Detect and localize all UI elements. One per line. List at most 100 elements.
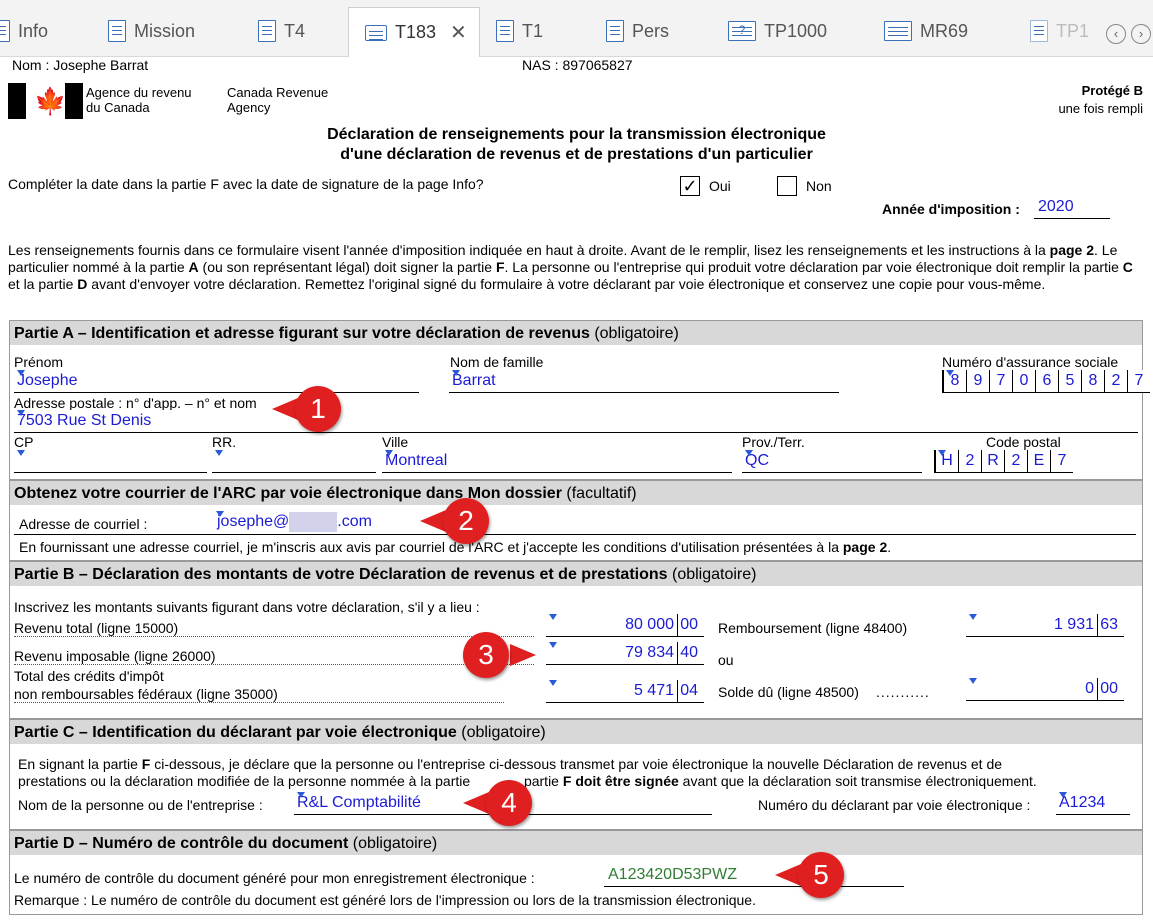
tab-label: Pers (632, 20, 670, 41)
tab-t1[interactable]: T1 (496, 8, 543, 54)
agency-en: Canada Revenue Agency (227, 85, 328, 115)
controle-value: A123420D53PWZ (608, 866, 737, 883)
canada-flag-logo: 🍁 (8, 83, 83, 119)
leaf-form-icon (884, 21, 912, 41)
intro-part: et la partie (8, 276, 78, 292)
protege-label: Protégé B (1081, 83, 1143, 98)
text-part: partie (520, 773, 563, 789)
courriel-value-start: josephe@ (217, 513, 290, 530)
tab-label: TP1 (1056, 20, 1090, 41)
partie-c-text: En signant la partie F ci-dessous, je dé… (18, 756, 1138, 790)
close-icon[interactable]: ✕ (450, 20, 467, 45)
tab-label: MR69 (920, 20, 969, 41)
courriel-header: Obtenez votre courrier de l'ARC par voie… (9, 480, 1143, 506)
scroll-right-icon[interactable]: › (1131, 24, 1151, 44)
controle-label: Le numéro de contrôle du document généré… (14, 870, 535, 886)
cents-separator (677, 614, 678, 636)
partie-c-line: En signant la partie F ci-dessous, je dé… (18, 756, 1138, 773)
declarant-nom-label: Nom de la personne ou de l'entreprise : (18, 797, 263, 813)
declarant-num-field[interactable]: A1234 (1056, 792, 1130, 815)
cp-field[interactable] (14, 450, 207, 473)
callout-pointer (510, 644, 536, 666)
cents-separator (1097, 678, 1098, 700)
tab-label: T1 (522, 20, 544, 41)
intro-bold: F (495, 259, 505, 275)
partie-d-header: Partie D – Numéro de contrôle du documen… (9, 830, 1143, 856)
nas-digit: 8 (1081, 370, 1104, 392)
tab-label: Mission (134, 20, 196, 41)
intro-part: Les renseignements fournis dans ce formu… (8, 242, 1050, 258)
code-char: 2 (1004, 450, 1027, 472)
oui-checkbox[interactable]: ✓ (680, 176, 700, 196)
code-char: 2 (958, 450, 981, 472)
cents-separator (677, 680, 678, 702)
nom-field[interactable]: Barrat (449, 370, 839, 393)
tab-pers[interactable]: Pers (606, 8, 669, 54)
document-icon (108, 20, 126, 42)
remarque-text: Remarque : Le numéro de contrôle du docu… (14, 892, 756, 908)
scroll-left-icon[interactable]: ‹ (1106, 24, 1126, 44)
nas-digit: 0 (1012, 370, 1035, 392)
code-postal-field[interactable]: H 2 R 2 E 7 (934, 450, 1073, 473)
tab-tp1[interactable]: TP1 (1030, 8, 1089, 54)
date-question: Compléter la date dans la partie F avec … (8, 176, 484, 192)
tab-t183[interactable]: T183 ✕ (348, 7, 480, 57)
agency-fr-line: du Canada (86, 100, 150, 115)
revenu-total-label: Revenu total (ligne 15000) (14, 620, 534, 637)
cents-separator (1097, 614, 1098, 636)
declarant-num-label: Numéro du déclarant par voie électroniqu… (758, 797, 1031, 813)
cp-label: CP (14, 434, 34, 450)
prenom-label: Prénom (14, 354, 64, 370)
document-icon (606, 20, 624, 42)
rr-field[interactable] (212, 450, 376, 473)
courriel-label: Adresse de courriel : (19, 516, 148, 532)
partie-a-header: Partie A – Identification et adresse fig… (9, 320, 1143, 346)
form-icon (365, 24, 387, 41)
courriel-field[interactable]: josephe@ .com (214, 511, 812, 533)
tab-tp1000[interactable]: ? TP1000 (728, 8, 827, 54)
tab-info[interactable]: Info (0, 8, 48, 54)
adresse-label: Adresse postale : n° d'app. – n° et nom (14, 395, 257, 411)
amount-cents: 63 (1100, 616, 1118, 633)
field-marker-icon (17, 370, 25, 376)
nas-digit: 7 (989, 370, 1012, 392)
prenom-field[interactable]: Josephe (14, 370, 419, 393)
tab-t4[interactable]: T4 (258, 8, 305, 54)
credits-field[interactable]: 5 471 04 (546, 680, 704, 703)
amount-cents: 00 (680, 616, 698, 633)
nas-digit: 5 (1058, 370, 1081, 392)
prov-field[interactable]: QC (742, 450, 922, 473)
field-marker-icon (385, 450, 393, 456)
solde-field[interactable]: 0 00 (966, 678, 1124, 701)
amount-dollars: 80 000 (625, 616, 674, 633)
ville-field[interactable]: Montreal (382, 450, 732, 473)
amount-dollars: 0 (1085, 680, 1094, 697)
ou-label: ou (718, 652, 734, 668)
oui-label: Oui (709, 178, 731, 194)
section-title: Partie B – Déclaration des montants de v… (14, 566, 668, 583)
rr-label: RR. (212, 434, 237, 450)
remboursement-field[interactable]: 1 931 63 (966, 614, 1124, 637)
tab-mission[interactable]: Mission (108, 8, 195, 54)
intro-text: Les renseignements fournis dans ce formu… (8, 242, 1144, 293)
intro-part: avant d'envoyer votre déclaration. Remet… (87, 276, 1046, 292)
document-icon (0, 20, 10, 42)
field-marker-icon (969, 614, 977, 620)
nas-field[interactable]: 8 9 7 0 6 5 8 2 7 (942, 370, 1150, 393)
nas-digit: 2 (1104, 370, 1127, 392)
revenu-total-field[interactable]: 80 000 00 (546, 614, 704, 637)
tab-bar: Info Mission T4 T183 ✕ T1 Pers ? TP1000 … (0, 0, 1153, 57)
tab-mr69[interactable]: MR69 (884, 8, 968, 54)
intro-part: (ou son représentant légal) doit signer … (198, 259, 496, 275)
callout-5-badge: 5 (798, 852, 844, 898)
nas-label: Numéro d'assurance sociale (942, 354, 1119, 370)
revenu-imposable-field[interactable]: 79 834 40 (546, 642, 704, 665)
annee-field[interactable]: 2020 (1034, 196, 1110, 219)
adresse-field[interactable]: 7503 Rue St Denis (14, 410, 1138, 433)
tab-label: T183 (395, 22, 437, 42)
non-checkbox[interactable] (777, 176, 797, 196)
taxpayer-nas: NAS : 897065827 (522, 57, 633, 73)
agency-en-line: Agency (227, 100, 271, 115)
controle-field[interactable]: A123420D53PWZ (604, 864, 904, 887)
remboursement-label: Remboursement (ligne 48400) (718, 620, 908, 636)
